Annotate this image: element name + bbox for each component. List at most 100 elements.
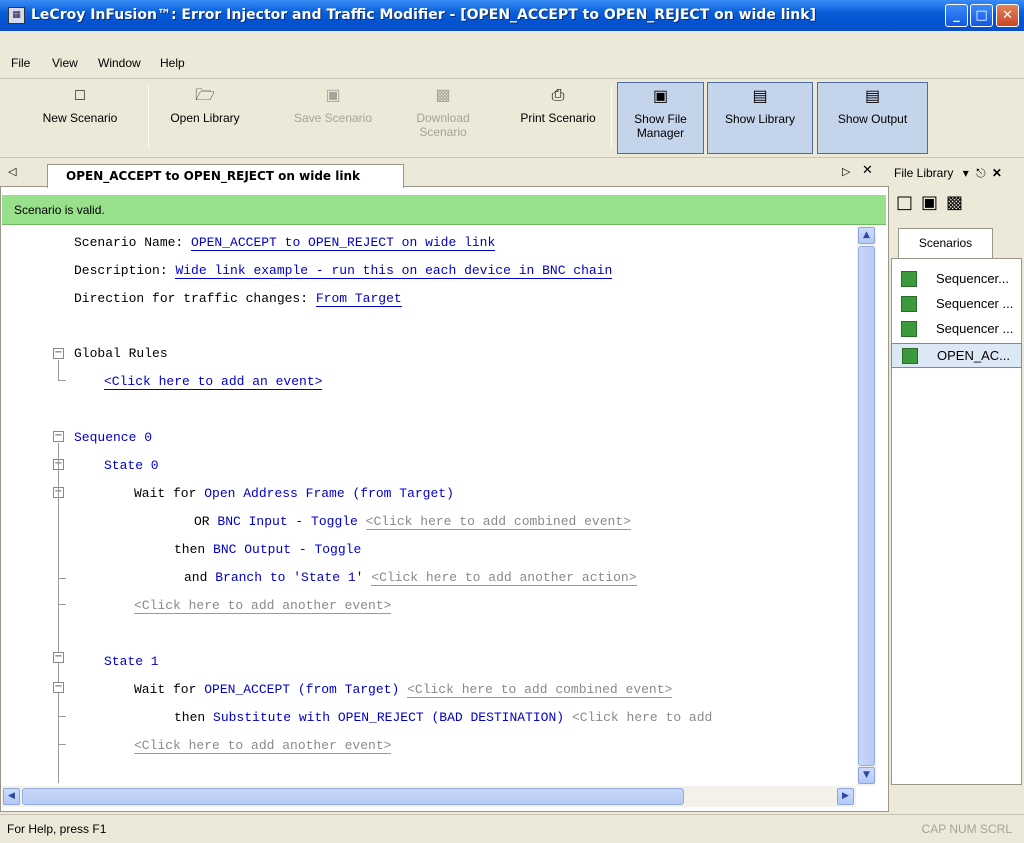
add-combined-event-link[interactable]: <Click here to add combined event> [365,514,631,530]
tab-scroll-right-icon[interactable]: ▷ [842,165,850,178]
state0-then-row: then BNC Output - Toggle [174,542,362,557]
menu-file[interactable]: File [11,56,30,70]
library-icon: ▤ [752,88,768,105]
global-rules-heading: Global Rules [74,346,168,361]
collapse-global-rules-icon[interactable]: − [53,348,64,359]
state1-event-link[interactable]: OPEN_ACCEPT (from Target) [204,682,399,697]
add-another-action-link[interactable]: <Click here to add [571,710,713,725]
scenario-icon [901,296,917,312]
new-document-icon: □ [75,87,85,104]
state1-action-link[interactable]: Substitute with OPEN_REJECT (BAD DESTINA… [213,710,564,725]
window-title: LeCroy InFusion™: Error Injector and Tra… [31,7,816,23]
keyboard-indicators: CAP NUM SCRL [921,822,1012,836]
add-combined-event-link[interactable]: <Click here to add combined event> [407,682,673,698]
scenario-icon [902,348,918,364]
collapse-wait-icon[interactable]: − [53,682,64,693]
scenario-icon [901,321,917,337]
tree-line [58,380,66,381]
scenario-name-link[interactable]: OPEN_ACCEPT to OPEN_REJECT on wide link [191,235,496,251]
vertical-scroll-thumb[interactable] [858,246,875,766]
download-scenario-button[interactable]: ▩ Download Scenario [403,82,483,154]
show-output-button[interactable]: ▤ Show Output [817,82,928,154]
tree-line [58,578,66,579]
horizontal-scroll-thumb[interactable] [22,788,684,805]
state0-action-link[interactable]: BNC Output - Toggle [213,542,361,557]
scenario-editor[interactable] [2,226,856,786]
file-library-title: File Library [894,166,954,180]
add-event-link[interactable]: <Click here to add an event> [104,374,323,390]
description-row: Description: Wide link example - run thi… [74,263,613,279]
state-1-heading[interactable]: State 1 [104,654,159,669]
state0-or-event-link[interactable]: BNC Input - Toggle [217,514,357,529]
library-new-icon[interactable]: □ [896,192,921,213]
save-icon: ▣ [325,87,341,104]
menu-view[interactable]: View [52,56,78,70]
app-icon[interactable]: ▦ [8,7,25,24]
toolbar-separator [611,86,612,148]
file-manager-icon: ▣ [652,88,669,105]
tab-scenario[interactable]: OPEN_ACCEPT to OPEN_REJECT on wide link [47,164,404,188]
tree-line [58,360,59,380]
collapse-state1-icon[interactable]: − [53,652,64,663]
validation-status-bar: Scenario is valid. [2,195,886,225]
close-button[interactable]: ✕ [996,4,1019,27]
menu-help[interactable]: Help [160,56,185,70]
vertical-scrollbar[interactable]: ▲ ▼ [857,226,876,786]
close-document-icon[interactable]: ✕ [862,163,873,178]
output-icon: ▤ [864,88,881,105]
menu-window[interactable]: Window [98,56,141,70]
print-scenario-button[interactable]: ⎙ Print Scenario [508,82,608,154]
add-another-event-link[interactable]: <Click here to add another event> [134,738,392,754]
scroll-left-icon[interactable]: ◀ [3,788,20,805]
direction-link[interactable]: From Target [315,291,402,307]
show-library-button[interactable]: ▤ Show Library [707,82,813,154]
close-pane-icon[interactable]: ✕ [992,166,1002,180]
add-another-action-link[interactable]: <Click here to add another action> [371,570,637,586]
open-library-button[interactable]: 🗁 Open Library [155,82,255,154]
pane-dropdown-icon[interactable]: ▾ [963,166,969,180]
state0-and-row: and Branch to 'State 1' <Click here to a… [184,570,637,586]
download-icon: ▩ [435,87,451,104]
state0-branch-link[interactable]: Branch to 'State 1' [215,570,363,585]
pin-icon[interactable]: ⎋ [976,166,986,180]
add-another-event-link[interactable]: <Click here to add another event> [134,598,392,614]
status-bar: For Help, press F1 CAP NUM SCRL [0,814,1024,842]
minimize-button[interactable]: _ [945,4,968,27]
sequence-0-heading[interactable]: Sequence 0 [74,430,152,445]
maximize-button[interactable]: □ [970,4,993,27]
show-file-manager-button[interactable]: ▣ Show File Manager [617,82,704,154]
scenario-name-row: Scenario Name: OPEN_ACCEPT to OPEN_REJEC… [74,235,496,251]
tab-scroll-left-icon[interactable]: ◁ [8,165,16,178]
library-item[interactable]: Sequencer... [891,267,1022,292]
scroll-down-icon[interactable]: ▼ [858,767,875,784]
tree-line [58,604,66,605]
library-saveall-icon[interactable]: ▩ [946,192,971,213]
new-scenario-button[interactable]: □ New Scenario [30,82,130,154]
description-link[interactable]: Wide link example - run this on each dev… [175,263,613,279]
status-help-text: For Help, press F1 [7,822,107,836]
state0-or-row: OR BNC Input - Toggle <Click here to add… [194,514,631,530]
tab-scenarios[interactable]: Scenarios [898,228,993,258]
tree-line [58,744,66,745]
add-another-event-row: <Click here to add another event> [134,598,392,614]
library-save-icon[interactable]: ▣ [921,192,946,213]
title-bar[interactable]: ▦ LeCroy InFusion™: Error Injector and T… [0,0,1024,31]
library-item[interactable]: Sequencer ... [891,317,1022,342]
collapse-sequence-icon[interactable]: − [53,431,64,442]
open-folder-icon: 🗁 [195,87,215,104]
printer-icon: ⎙ [551,87,565,104]
menu-bar [0,31,1024,79]
save-scenario-button[interactable]: ▣ Save Scenario [283,82,383,154]
tree-line [58,443,59,783]
library-item-selected[interactable]: OPEN_AC... [891,343,1022,368]
horizontal-scrollbar[interactable]: ◀ ▶ [2,786,856,807]
tree-line [58,716,66,717]
state-0-heading[interactable]: State 0 [104,458,159,473]
scroll-up-icon[interactable]: ▲ [858,227,875,244]
state1-then-row: then Substitute with OPEN_REJECT (BAD DE… [174,710,713,725]
state0-event-link[interactable]: Open Address Frame (from Target) [204,486,454,501]
scroll-right-icon[interactable]: ▶ [837,788,854,805]
toolbar-separator [148,86,149,148]
library-item[interactable]: Sequencer ... [891,292,1022,317]
state0-wait-row: Wait for Open Address Frame (from Target… [134,486,454,501]
